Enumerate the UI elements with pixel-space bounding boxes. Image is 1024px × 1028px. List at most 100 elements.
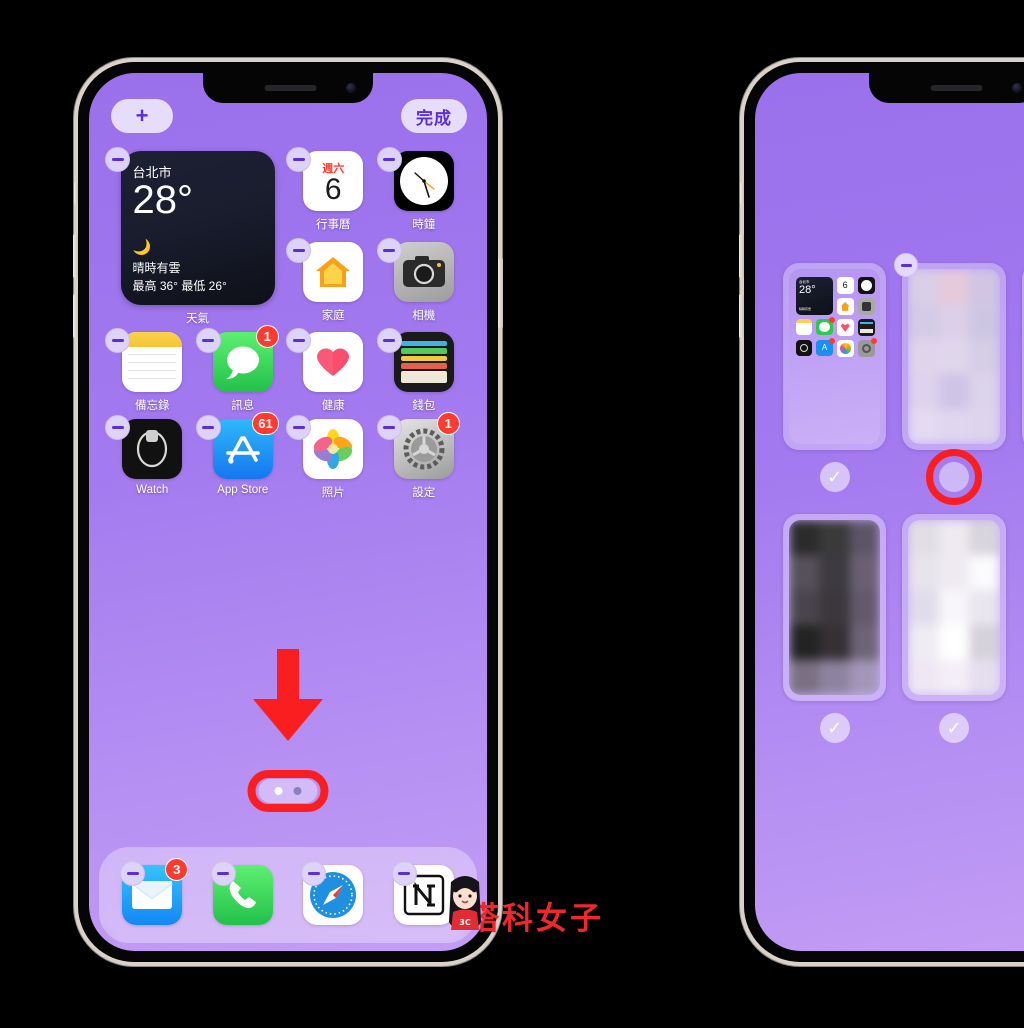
mini-appstore-icon: A — [816, 337, 835, 357]
widget-label-weather: 天氣 — [186, 313, 209, 325]
minus-circle-icon[interactable] — [391, 861, 417, 886]
app-cell-notes[interactable]: 備忘錄 — [105, 328, 198, 413]
page-check-4[interactable]: ✓ — [819, 713, 850, 744]
front-camera-icon — [346, 83, 356, 93]
watch-icon[interactable] — [122, 419, 183, 479]
page-thumb-1[interactable]: 台北市 28° 晴時有雲 6 A ✓ — [783, 263, 887, 493]
screenshot-canvas: + 完成 台北市 28° 🌙 晴時有雲 最高 36° 最低 26° 天氣 週六 … — [0, 0, 1024, 1028]
app-cell-watch[interactable]: Watch — [105, 415, 198, 500]
app-cell-messages[interactable]: 1 訊息 — [195, 325, 289, 413]
done-button-left[interactable]: 完成 — [401, 99, 467, 133]
volume-up-button[interactable] — [739, 234, 744, 278]
red-arrow-down-annotation — [247, 649, 329, 746]
page-card-4[interactable] — [783, 514, 887, 702]
blurred-page-preview — [908, 269, 1000, 445]
page-card-1[interactable]: 台北市 28° 晴時有雲 6 A — [783, 263, 887, 451]
badge-settings: 1 — [436, 412, 460, 435]
earpiece-speaker-icon — [930, 85, 983, 91]
home-screen-grid-area: 台北市 28° 🌙 晴時有雲 最高 36° 最低 26° 天氣 週六 6 行事曆… — [89, 73, 487, 951]
minus-circle-icon[interactable] — [105, 328, 130, 353]
dock-cell-phone[interactable] — [210, 861, 273, 925]
app-cell-clock[interactable]: 時鐘 — [376, 147, 470, 236]
mini-weather-temp: 28° — [799, 284, 816, 296]
wallet-icon[interactable] — [393, 332, 454, 392]
dock-cell-mail[interactable]: 3 — [120, 858, 189, 925]
blurred-page-preview — [789, 520, 881, 696]
app-cell-settings[interactable]: 1 設定 — [376, 412, 470, 500]
calendar-icon[interactable]: 週六 6 — [303, 151, 364, 211]
mute-switch[interactable] — [74, 182, 78, 204]
badge-messages: 1 — [255, 325, 279, 348]
app-label-messages: 訊息 — [231, 400, 255, 412]
app-cell-appstore[interactable]: 61 App Store — [195, 412, 289, 500]
mini-settings-icon — [857, 337, 877, 357]
page-thumb-2[interactable] — [894, 253, 1006, 506]
weather-hilo: 最高 36° 最低 26° — [132, 279, 227, 293]
mini-watch-icon — [796, 339, 813, 357]
add-widget-button[interactable]: + — [111, 99, 173, 133]
app-label-wallet: 錢包 — [412, 400, 436, 412]
minus-circle-icon[interactable] — [195, 328, 221, 353]
left-iphone-device: + 完成 台北市 28° 🌙 晴時有雲 最高 36° 最低 26° 天氣 週六 … — [73, 62, 503, 962]
right-iphone-device: 完成 台北市 28° — [739, 62, 1024, 962]
minus-circle-icon[interactable] — [286, 328, 311, 353]
camera-icon[interactable] — [393, 241, 454, 302]
minus-circle-icon[interactable] — [376, 328, 402, 353]
page-dot-2[interactable] — [293, 787, 302, 795]
app-cell-photos[interactable]: 照片 — [286, 415, 379, 500]
page-dot-1[interactable] — [274, 787, 283, 795]
app-cell-calendar[interactable]: 週六 6 行事曆 — [286, 147, 379, 236]
page-thumb-5[interactable]: ✓ — [902, 514, 1006, 744]
notch — [203, 73, 373, 103]
page-thumb-4[interactable]: ✓ — [783, 514, 887, 744]
badge-appstore: 61 — [252, 412, 279, 435]
app-cell-camera[interactable]: 相機 — [376, 237, 470, 327]
dock-cell-safari[interactable] — [301, 861, 364, 925]
minus-circle-icon[interactable] — [376, 237, 402, 263]
right-phone-topbar: 完成 — [755, 99, 1024, 139]
minus-circle-icon[interactable] — [210, 861, 236, 886]
health-icon[interactable] — [303, 332, 364, 392]
volume-down-button[interactable] — [73, 294, 78, 338]
left-phone-screen: + 完成 台北市 28° 🌙 晴時有雲 最高 36° 最低 26° 天氣 週六 … — [89, 73, 487, 951]
page-indicator[interactable] — [258, 779, 318, 803]
notes-icon[interactable] — [122, 332, 183, 392]
page-card-5[interactable] — [902, 514, 1006, 702]
volume-down-button[interactable] — [739, 294, 744, 338]
volume-up-button[interactable] — [73, 234, 78, 278]
minus-circle-icon[interactable] — [195, 415, 221, 440]
mini-calendar-icon: 6 — [836, 277, 854, 294]
minus-circle-icon[interactable] — [105, 415, 130, 440]
mute-switch[interactable] — [740, 182, 744, 204]
page-check-1[interactable]: ✓ — [819, 462, 850, 493]
weather-condition: 晴時有雲 — [132, 261, 181, 275]
notch — [869, 73, 1024, 103]
power-button[interactable] — [498, 258, 503, 328]
minus-circle-icon[interactable] — [376, 415, 402, 440]
minus-circle-icon[interactable] — [105, 147, 130, 172]
app-cell-home[interactable]: 家庭 — [286, 237, 379, 327]
app-cell-health[interactable]: 健康 — [286, 328, 379, 413]
app-label-settings: 設定 — [412, 487, 436, 499]
page-card-2[interactable] — [902, 263, 1006, 451]
photos-icon[interactable] — [303, 419, 364, 479]
page-indicator-wrapper[interactable] — [247, 770, 329, 812]
minus-circle-icon[interactable] — [286, 147, 311, 172]
page-check-2[interactable] — [938, 462, 969, 493]
app-cell-wallet[interactable]: 錢包 — [376, 328, 470, 413]
home-icon[interactable] — [303, 241, 364, 302]
edit-pages-area: 台北市 28° 晴時有雲 6 A ✓ ✓ ✓ — [755, 73, 1024, 951]
moon-stars-icon: 🌙 — [132, 239, 152, 256]
mini-home-icon — [836, 297, 854, 315]
minus-circle-icon[interactable] — [286, 415, 311, 440]
app-label-clock: 時鐘 — [412, 219, 436, 231]
mini-health-icon — [836, 318, 854, 336]
weather-widget[interactable]: 台北市 28° 🌙 晴時有雲 最高 36° 最低 26° — [120, 151, 275, 305]
widget-cell-weather[interactable]: 台北市 28° 🌙 晴時有雲 最高 36° 最低 26° 天氣 — [105, 147, 288, 326]
minus-circle-icon[interactable] — [286, 237, 311, 263]
clock-icon[interactable] — [393, 151, 454, 211]
minus-circle-icon[interactable] — [376, 147, 402, 172]
left-phone-topbar: + 完成 — [89, 99, 487, 139]
page-check-5[interactable]: ✓ — [938, 713, 969, 744]
mini-camera-icon — [857, 297, 875, 315]
